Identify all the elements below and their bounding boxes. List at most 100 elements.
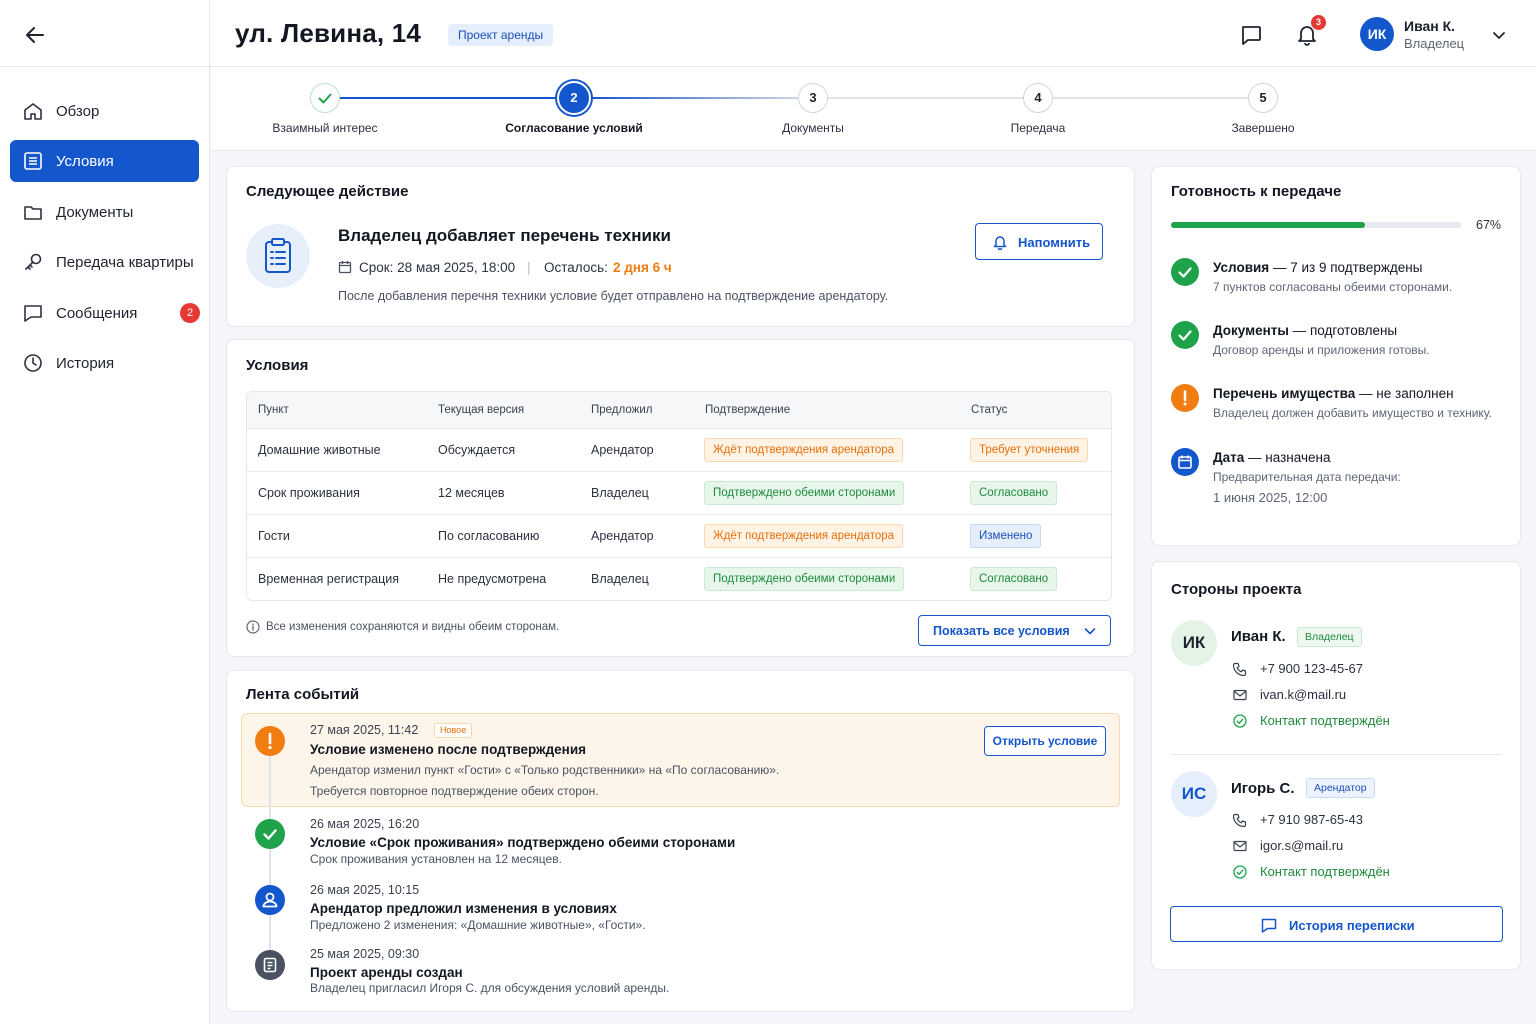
separator: |	[527, 260, 531, 275]
sidebar-item-label: История	[56, 355, 115, 372]
section-title: Следующее действие	[246, 183, 409, 200]
home-icon	[22, 100, 44, 122]
remaining-label: Осталось:	[544, 260, 608, 275]
party-email[interactable]: igor.s@mail.ru	[1260, 838, 1343, 853]
confirmation-badge: Подтверждено обеими сторонами	[704, 481, 905, 505]
messages-count-badge: 2	[180, 303, 200, 323]
table-row[interactable]: Гости По согласованию Арендатор Ждёт под…	[247, 515, 1111, 558]
readiness-item-title: Условия — 7 из 9 подтверждены	[1213, 260, 1423, 275]
party-phone[interactable]: +7 900 123-45-67	[1260, 661, 1363, 676]
avatar: ИС	[1171, 771, 1217, 817]
event-title: Арендатор предложил изменения в условиях	[310, 901, 617, 916]
readiness-item-desc: 7 пунктов согласованы обеими сторонами.	[1213, 280, 1453, 294]
messages-icon[interactable]	[1238, 22, 1264, 48]
sidebar-item-overview[interactable]: Обзор	[10, 90, 199, 132]
cell-proposer: Владелец	[591, 572, 649, 586]
verified-icon	[1232, 713, 1248, 729]
section-title: Лента событий	[246, 686, 360, 703]
step-connector	[1053, 97, 1249, 99]
list-icon	[22, 150, 44, 172]
column-header: Предложил	[591, 404, 653, 416]
sidebar-item-conditions[interactable]: Условия	[10, 140, 199, 182]
cell-version: Обсуждается	[438, 443, 516, 457]
table-row[interactable]: Срок проживания 12 месяцев Владелец Подт…	[247, 472, 1111, 515]
event-time: 25 мая 2025, 09:30	[310, 947, 420, 961]
table-row[interactable]: Домашние животные Обсуждается Арендатор …	[247, 429, 1111, 472]
event-title: Проект аренды создан	[310, 965, 463, 980]
cell-item: Временная регистрация	[258, 572, 400, 586]
info-icon	[246, 620, 260, 634]
sidebar-item-messages[interactable]: Сообщения 2	[10, 292, 200, 334]
project-badge: Проект аренды	[448, 24, 554, 46]
open-condition-button[interactable]: Открыть условие	[984, 726, 1106, 756]
party-phone[interactable]: +7 910 987-65-43	[1260, 812, 1363, 827]
status-badge: Требует уточнения	[970, 438, 1089, 462]
chevron-down-icon[interactable]	[1490, 26, 1508, 44]
user-name: Иван К.	[1404, 18, 1456, 34]
table-row[interactable]: Временная регистрация Не предусмотрена В…	[247, 558, 1111, 600]
step-3[interactable]: 3	[798, 83, 828, 113]
clipboard-icon	[246, 224, 310, 288]
cell-item: Срок проживания	[258, 486, 360, 500]
new-badge: Новое	[434, 723, 473, 738]
document-icon	[255, 950, 285, 980]
readiness-item-desc: Владелец должен добавить имущество и тех…	[1213, 406, 1492, 420]
confirmation-badge: Ждёт подтверждения арендатора	[704, 438, 904, 462]
mail-icon	[1232, 838, 1248, 854]
step-2-current[interactable]: 2	[557, 81, 591, 115]
event-time: 27 мая 2025, 11:42	[310, 723, 419, 737]
progress-fill	[1171, 222, 1366, 228]
event-title: Условие «Срок проживания» подтверждено о…	[310, 835, 736, 850]
event-description: Предложено 2 изменения: «Домашние животн…	[310, 918, 646, 932]
deadline: Срок: 28 мая 2025, 18:00	[359, 260, 516, 275]
event-time: 26 мая 2025, 10:15	[310, 883, 420, 897]
step-5[interactable]: 5	[1248, 83, 1278, 113]
chat-icon	[1260, 916, 1278, 934]
step-connector	[828, 97, 1024, 99]
party-email[interactable]: ivan.k@mail.ru	[1260, 687, 1346, 702]
column-header: Пункт	[258, 404, 289, 416]
notification-count-badge: 3	[1311, 15, 1326, 30]
conditions-footnote: Все изменения сохраняются и видны обеим …	[266, 621, 560, 633]
status-badge: Согласовано	[970, 567, 1058, 591]
cell-proposer: Арендатор	[591, 529, 654, 543]
readiness-progress-bar	[1171, 222, 1461, 228]
progress-stepper	[211, 67, 1536, 151]
role-badge: Владелец	[1297, 627, 1362, 647]
step-1-done[interactable]	[310, 83, 340, 113]
chat-history-label: История переписки	[1289, 918, 1415, 933]
remind-button[interactable]: Напомнить	[975, 223, 1103, 260]
sidebar-item-label: Документы	[56, 204, 134, 221]
warning-icon	[1171, 384, 1199, 412]
cell-version: По согласованию	[438, 529, 540, 543]
bell-icon	[992, 234, 1008, 250]
chat-history-button[interactable]: История переписки	[1170, 906, 1503, 942]
check-icon	[318, 93, 332, 104]
sidebar-item-history[interactable]: История	[10, 342, 199, 384]
sidebar-item-label: Обзор	[56, 103, 100, 120]
show-all-conditions-button[interactable]: Показать все условия	[918, 615, 1111, 646]
sidebar-item-label: Сообщения	[56, 305, 138, 322]
event-title: Условие изменено после подтверждения	[310, 742, 587, 757]
step-4[interactable]: 4	[1023, 83, 1053, 113]
readiness-item-title: Документы — подготовлены	[1213, 323, 1398, 338]
cell-version: 12 месяцев	[438, 486, 505, 500]
sidebar-item-handover[interactable]: Передача квартиры	[10, 241, 199, 283]
page-title: ул. Левина, 14	[235, 18, 422, 48]
next-action-description: После добавления перечня техники условие…	[338, 289, 889, 303]
sidebar-item-documents[interactable]: Документы	[10, 191, 199, 233]
step-label: Завершено	[1231, 121, 1295, 135]
user-role: Владелец	[1404, 36, 1465, 51]
back-arrow-icon[interactable]	[22, 22, 48, 48]
column-header: Статус	[971, 404, 1008, 416]
user-icon	[255, 885, 285, 915]
chat-icon	[22, 302, 44, 324]
party-name: Игорь С.	[1231, 780, 1295, 797]
user-avatar[interactable]: ИК	[1360, 17, 1394, 51]
verified-icon	[1232, 864, 1248, 880]
folder-icon	[22, 201, 44, 223]
event-description: Требуется повторное подтверждение обеих …	[310, 784, 599, 798]
cell-proposer: Владелец	[591, 486, 649, 500]
confirmation-badge: Подтверждено обеими сторонами	[704, 567, 905, 591]
contact-verified: Контакт подтверждён	[1260, 864, 1390, 879]
